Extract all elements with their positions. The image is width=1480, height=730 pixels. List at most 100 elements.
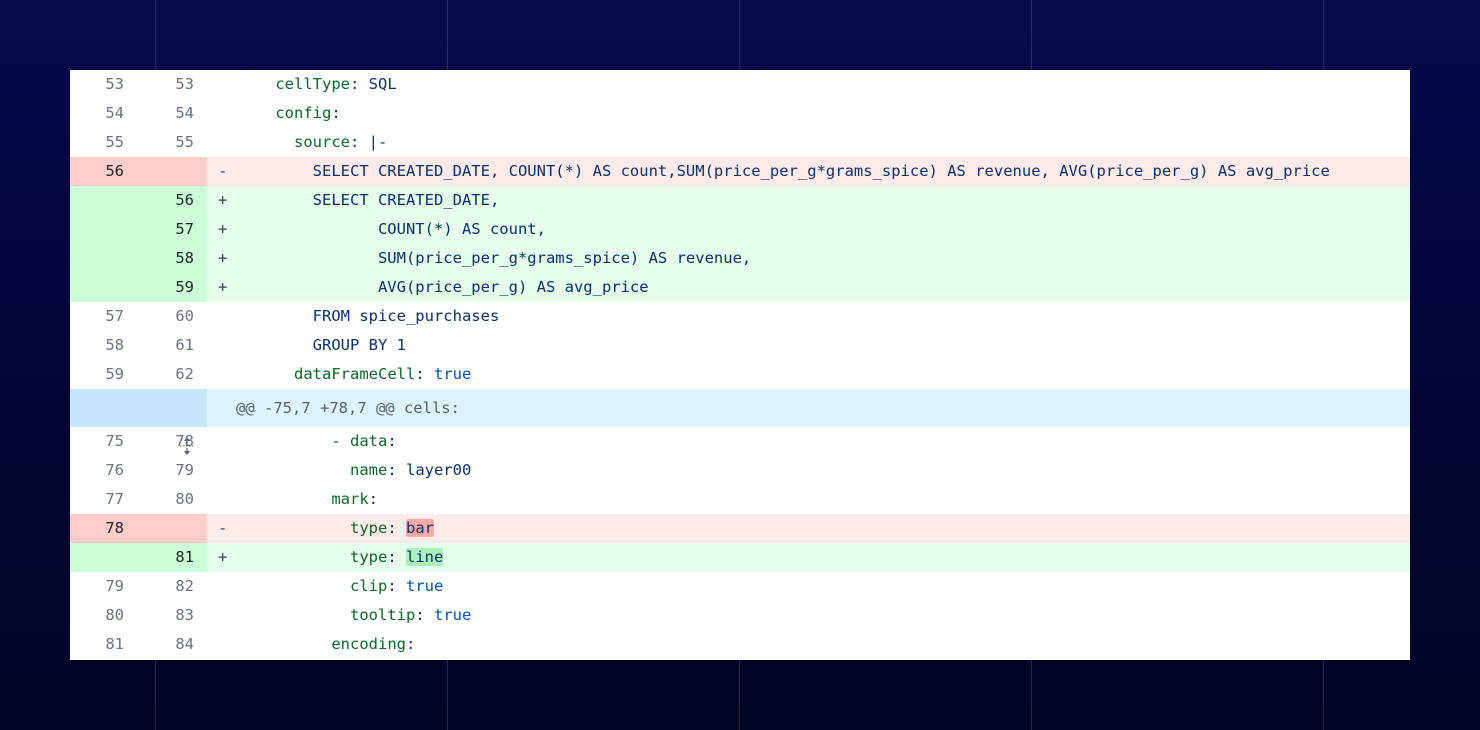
addition-marker: + bbox=[218, 548, 228, 566]
yaml-key: config bbox=[275, 104, 332, 122]
new-line-number[interactable]: 78 bbox=[154, 427, 194, 456]
diff-line-deleted: 56 - SELECT CREATED_DATE, COUNT(*) AS co… bbox=[70, 157, 1410, 186]
diff-line-deleted: 78 - type: bar bbox=[70, 514, 1410, 543]
old-line-number[interactable]: 57 bbox=[84, 302, 124, 331]
yaml-key: name bbox=[349, 461, 388, 479]
diff-line: 54 54 config: bbox=[70, 99, 1410, 128]
addition-marker: + bbox=[218, 278, 228, 296]
old-line-number[interactable]: 81 bbox=[84, 630, 124, 659]
diff-line: 58 61 GROUP BY 1 bbox=[70, 331, 1410, 360]
old-line-number[interactable]: 80 bbox=[84, 601, 124, 630]
yaml-separator: : bbox=[387, 432, 397, 450]
diff-line-added: 59 + AVG(price_per_g) AS avg_price bbox=[70, 273, 1410, 302]
old-line-number[interactable]: 59 bbox=[84, 360, 124, 389]
yaml-value: true bbox=[433, 606, 472, 624]
diff-line: 53 53 cellType: SQL bbox=[70, 70, 1410, 99]
code-line: source: |- bbox=[238, 128, 387, 157]
new-line-number[interactable]: 56 bbox=[154, 186, 194, 215]
yaml-key: clip bbox=[349, 577, 388, 595]
added-word-highlight: line bbox=[405, 548, 444, 566]
new-line-number[interactable]: 61 bbox=[154, 331, 194, 360]
deletion-marker: - bbox=[218, 162, 228, 180]
old-line-number[interactable]: 78 bbox=[84, 514, 124, 543]
deletion-marker: - bbox=[218, 519, 228, 537]
diff-line: 77 80 mark: bbox=[70, 485, 1410, 514]
diff-line: 81 84 encoding: bbox=[70, 630, 1410, 659]
old-line-number[interactable] bbox=[84, 543, 124, 572]
old-line-number[interactable]: 76 bbox=[84, 456, 124, 485]
old-line-number[interactable] bbox=[84, 273, 124, 302]
new-line-number[interactable]: 81 bbox=[154, 543, 194, 572]
new-line-number[interactable]: 55 bbox=[154, 128, 194, 157]
new-line-number[interactable]: 82 bbox=[154, 572, 194, 601]
diff-line: 59 62 dataFrameCell: true bbox=[70, 360, 1410, 389]
code-line: SUM(price_per_g*grams_spice) AS revenue, bbox=[238, 249, 752, 267]
yaml-key: cellType bbox=[275, 75, 350, 93]
new-line-number[interactable]: 58 bbox=[154, 244, 194, 273]
code-line: type: line bbox=[238, 543, 444, 572]
old-line-number[interactable]: 53 bbox=[84, 70, 124, 99]
new-line-number[interactable] bbox=[154, 157, 194, 186]
diff-line: 79 82 clip: true bbox=[70, 572, 1410, 601]
diff-line-added: 56 + SELECT CREATED_DATE, bbox=[70, 186, 1410, 215]
new-line-number[interactable]: 83 bbox=[154, 601, 194, 630]
yaml-key: tooltip bbox=[349, 606, 416, 624]
old-line-number[interactable] bbox=[84, 186, 124, 215]
code-line: config: bbox=[238, 99, 341, 128]
new-line-number[interactable]: 54 bbox=[154, 99, 194, 128]
code-line: GROUP BY 1 bbox=[238, 336, 406, 354]
old-line-number[interactable]: 58 bbox=[84, 331, 124, 360]
yaml-value: layer00 bbox=[405, 461, 472, 479]
new-line-number[interactable]: 60 bbox=[154, 302, 194, 331]
code-line: name: layer00 bbox=[238, 456, 471, 485]
code-line: mark: bbox=[238, 485, 378, 514]
code-line: - data: bbox=[238, 427, 397, 456]
old-line-number[interactable]: 77 bbox=[84, 485, 124, 514]
code-line: FROM spice_purchases bbox=[238, 307, 500, 325]
yaml-separator: : bbox=[387, 461, 406, 479]
old-line-number[interactable]: 55 bbox=[84, 128, 124, 157]
yaml-separator: : bbox=[387, 577, 406, 595]
old-line-number[interactable]: 75 bbox=[84, 427, 124, 456]
new-line-number[interactable]: 79 bbox=[154, 456, 194, 485]
yaml-key: mark bbox=[331, 490, 369, 508]
old-line-number[interactable]: 56 bbox=[84, 157, 124, 186]
expand-lines-icon[interactable] bbox=[128, 389, 194, 455]
yaml-separator: : bbox=[415, 606, 434, 624]
old-line-number[interactable]: 54 bbox=[84, 99, 124, 128]
new-line-number[interactable] bbox=[154, 514, 194, 543]
old-line-number[interactable]: 79 bbox=[84, 572, 124, 601]
yaml-separator: : bbox=[331, 104, 341, 122]
new-line-number[interactable]: 53 bbox=[154, 70, 194, 99]
new-line-number[interactable]: 80 bbox=[154, 485, 194, 514]
code-line: tooltip: true bbox=[238, 601, 471, 630]
yaml-separator: : bbox=[405, 635, 416, 653]
yaml-separator: : bbox=[387, 519, 406, 537]
diff-line: 80 83 tooltip: true bbox=[70, 601, 1410, 630]
old-line-number[interactable] bbox=[84, 215, 124, 244]
yaml-separator: : bbox=[387, 548, 406, 566]
yaml-value: true bbox=[434, 365, 472, 383]
new-line-number[interactable]: 57 bbox=[154, 215, 194, 244]
yaml-key: type bbox=[349, 548, 388, 566]
yaml-separator: : bbox=[368, 490, 378, 508]
code-line: clip: true bbox=[238, 572, 443, 601]
yaml-value: |- bbox=[368, 133, 388, 151]
old-line-number[interactable] bbox=[84, 244, 124, 273]
new-line-number[interactable]: 84 bbox=[154, 630, 194, 659]
hunk-header: @@ -75,7 +78,7 @@ cells: bbox=[70, 389, 1410, 455]
code-line: COUNT(*) AS count, bbox=[238, 220, 546, 238]
yaml-separator: : bbox=[349, 75, 369, 93]
new-line-number[interactable]: 59 bbox=[154, 273, 194, 302]
new-line-number[interactable]: 62 bbox=[154, 360, 194, 389]
diff-line-added: 58 + SUM(price_per_g*grams_spice) AS rev… bbox=[70, 244, 1410, 273]
